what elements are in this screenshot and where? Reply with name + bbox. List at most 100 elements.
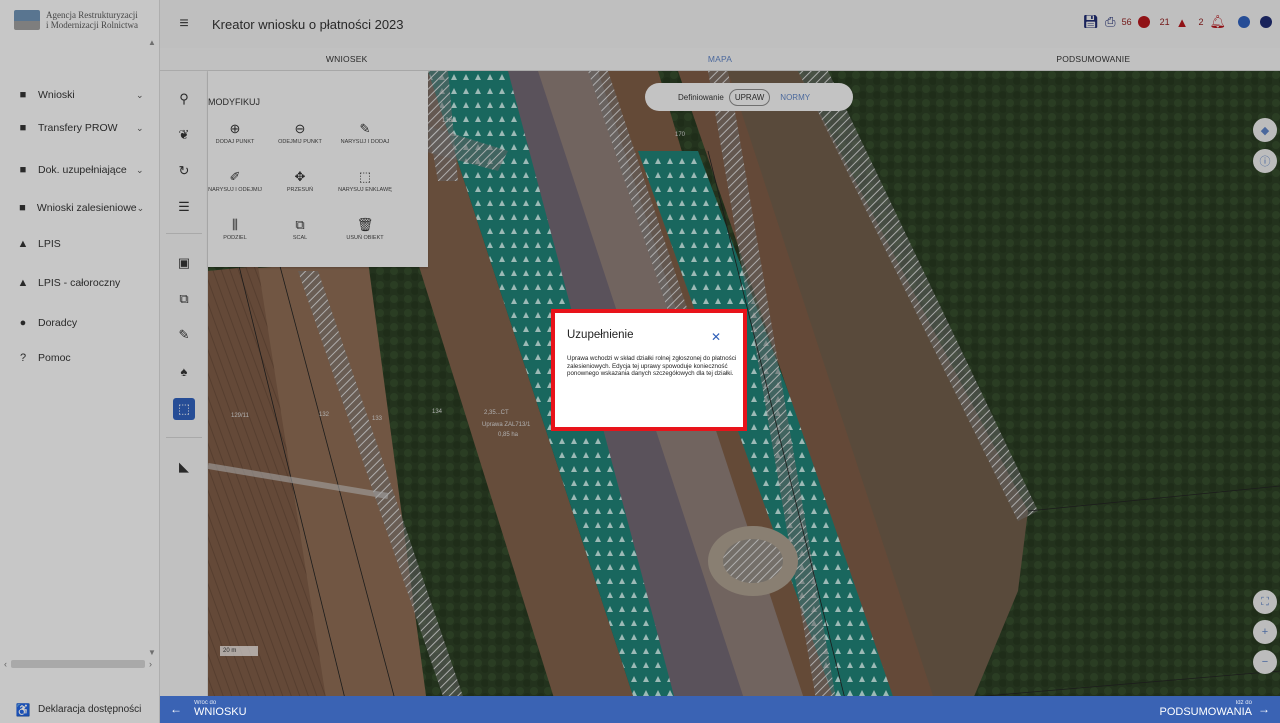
sidebar-item-dok-uzupelniajace[interactable]: ■ Dok. uzupełniające ⌄ bbox=[0, 155, 152, 185]
selection-rectangle-icon[interactable]: ⬚ bbox=[173, 398, 195, 420]
sidebar-item-lpis[interactable]: ▲ LPIS bbox=[0, 229, 152, 259]
split-button[interactable]: ⫼ PODZIEL bbox=[204, 217, 266, 242]
pencil-icon[interactable]: ✎ bbox=[168, 321, 200, 349]
parcel-label: 133 bbox=[372, 416, 383, 422]
sidebar: Agencja Restrukturyzacji i Modernizacji … bbox=[0, 0, 160, 723]
parcel-label: 170 bbox=[675, 132, 686, 138]
move-button[interactable]: ✥ PRZESUŃ bbox=[269, 169, 331, 194]
parcel-label: 132 bbox=[319, 412, 330, 418]
tool-label: NARYSUJ ENKLAWĘ bbox=[338, 187, 392, 193]
tab-podsumowanie[interactable]: PODSUMOWANIE bbox=[907, 48, 1280, 70]
sidebar-item-pomoc[interactable]: ? Pomoc bbox=[0, 343, 152, 373]
tool-label: ODEJMIJ PUNKT bbox=[278, 139, 322, 145]
move-icon: ✥ bbox=[294, 169, 306, 184]
tool-label: SCAL bbox=[292, 235, 308, 241]
frame-icon[interactable]: ▣ bbox=[168, 249, 200, 277]
tool-label: PODZIEL bbox=[223, 235, 247, 241]
layers-icon[interactable]: ◆ bbox=[1253, 118, 1277, 142]
print-icon[interactable]: ⎙ bbox=[1105, 14, 1115, 30]
scroll-right-icon[interactable]: › bbox=[149, 659, 152, 669]
layers-copy-icon[interactable]: ⧉ bbox=[168, 285, 200, 313]
scroll-down-icon[interactable]: ▼ bbox=[148, 648, 156, 657]
bell-icon[interactable]: 🔔︎ bbox=[1209, 14, 1226, 30]
user-icon[interactable] bbox=[1260, 16, 1272, 28]
scroll-left-icon[interactable]: ‹ bbox=[4, 659, 7, 669]
close-icon[interactable]: ✕ bbox=[711, 330, 721, 344]
list-icon[interactable]: ☰ bbox=[168, 193, 200, 221]
remove-point-button[interactable]: ⊖ ODEJMIJ PUNKT bbox=[269, 121, 331, 146]
mountain-icon: ▲ bbox=[17, 277, 29, 289]
help-icon[interactable] bbox=[1238, 16, 1250, 28]
sidebar-item-label: LPIS bbox=[38, 238, 61, 250]
tool-label: NARYSUJ I ODEJMIJ bbox=[208, 187, 262, 193]
sidebar-item-label: Pomoc bbox=[38, 352, 71, 364]
sidebar-item-label: Wnioski zalesieniowe bbox=[36, 202, 137, 214]
tool-label: PRZESUŃ bbox=[286, 187, 314, 193]
error-icon[interactable] bbox=[1137, 16, 1150, 28]
go-to-summary-button[interactable]: Idź do PODSUMOWANIA → bbox=[1160, 700, 1271, 718]
folder-icon: ■ bbox=[19, 164, 27, 176]
trash-icon: 🗑 bbox=[356, 217, 374, 232]
scroll-up-icon[interactable]: ▲ bbox=[148, 38, 156, 47]
save-icon[interactable]: 💾︎ bbox=[1083, 14, 1100, 30]
draw-enclave-button[interactable]: ⬚ NARYSUJ ENKLAWĘ bbox=[334, 169, 396, 194]
page-title: Kreator wniosku o płatności 2023 bbox=[212, 16, 404, 32]
arimr-logo[interactable]: Agencja Restrukturyzacji i Modernizacji … bbox=[0, 0, 160, 48]
delete-object-button[interactable]: 🗑 USUŃ OBIEKT bbox=[334, 217, 396, 242]
help-icon: ? bbox=[19, 352, 27, 364]
toggle-label: Definiowanie bbox=[678, 92, 724, 102]
search-icon[interactable]: ⚲ bbox=[168, 85, 200, 113]
tab-mapa[interactable]: MAPA bbox=[533, 48, 906, 70]
warning-icon[interactable]: ▲ bbox=[1176, 15, 1189, 30]
draw-subtract-icon: ✐ bbox=[229, 169, 241, 184]
chevron-down-icon: ⌄ bbox=[136, 89, 144, 100]
back-to-wniosek-button[interactable]: ← Wróć do WNIOSKU bbox=[170, 700, 247, 718]
scrollbar-track[interactable] bbox=[11, 660, 145, 668]
draw-add-icon: ✎ bbox=[359, 121, 371, 136]
crop-area-label: 0,85 ha bbox=[498, 432, 519, 438]
sidebar-item-label: Transfery PROW bbox=[38, 122, 118, 134]
arrow-left-icon: ← bbox=[170, 702, 182, 716]
info-icon[interactable]: ⓘ bbox=[1253, 149, 1277, 173]
sidebar-item-lpis-caloroczny[interactable]: ▲ LPIS - całoroczny bbox=[0, 268, 152, 298]
parcel-label: 136/1 bbox=[442, 118, 458, 124]
sidebar-item-transfery[interactable]: ■ Transfery PROW ⌄ bbox=[0, 113, 152, 143]
zoom-in-icon[interactable]: + bbox=[1253, 620, 1277, 644]
trees-icon[interactable]: ♠ bbox=[168, 357, 200, 385]
refresh-icon[interactable]: ↻ bbox=[168, 157, 200, 185]
add-point-button[interactable]: ⊕ DODAJ PUNKT bbox=[204, 121, 266, 146]
accessibility-icon: ♿ bbox=[15, 702, 31, 717]
folder-icon: ■ bbox=[19, 89, 27, 101]
errors-count: 56 bbox=[1121, 17, 1132, 27]
crop-plant-icon[interactable]: ❦ bbox=[168, 121, 200, 149]
sidebar-item-doradcy[interactable]: ● Doradcy bbox=[0, 308, 152, 338]
hamburger-menu-icon[interactable]: ≡ bbox=[164, 15, 204, 33]
merge-button[interactable]: ⧉ SCAL bbox=[269, 217, 331, 242]
zoom-out-icon[interactable]: − bbox=[1253, 650, 1277, 674]
draw-subtract-button[interactable]: ✐ NARYSUJ I ODEJMIJ bbox=[204, 169, 266, 194]
mountain-icon: ▲ bbox=[17, 238, 29, 250]
measure-icon[interactable]: ◣ bbox=[168, 453, 200, 481]
modify-panel-title: MODYFIKUJ bbox=[208, 97, 261, 107]
parcel-label: 134 bbox=[432, 409, 443, 415]
accessibility-declaration-link[interactable]: ♿ Deklaracja dostępności bbox=[0, 696, 160, 723]
wizard-footer: ← Wróć do WNIOSKU Idź do PODSUMOWANIA → bbox=[160, 696, 1280, 723]
sidebar-item-wnioski-zalesieniowe[interactable]: ■ Wnioski zalesieniowe ⌄ bbox=[0, 193, 152, 223]
chevron-down-icon: ⌄ bbox=[136, 164, 144, 175]
remove-point-icon: ⊖ bbox=[294, 121, 306, 136]
parcel-label: 129/11 bbox=[231, 413, 249, 419]
tab-wniosek[interactable]: WNIOSEK bbox=[160, 48, 533, 70]
wizard-tabs: WNIOSEK MAPA PODSUMOWANIE bbox=[160, 48, 1280, 71]
back-small-label: Wróć do bbox=[194, 700, 217, 706]
fullscreen-icon[interactable]: ⛶ bbox=[1253, 590, 1277, 614]
logo-line2: i Modernizacji Rolnictwa bbox=[46, 20, 138, 30]
toggle-option-upraw[interactable]: UPRAW bbox=[728, 88, 771, 106]
next-big-label: PODSUMOWANIA bbox=[1159, 706, 1253, 718]
add-point-icon: ⊕ bbox=[229, 121, 241, 136]
draw-add-button[interactable]: ✎ NARYSUJ I DODAJ bbox=[334, 121, 396, 146]
tool-label: DODAJ PUNKT bbox=[215, 139, 255, 145]
horizontal-scrollbar[interactable]: ‹ › bbox=[4, 658, 152, 670]
sidebar-item-wnioski[interactable]: ■ Wnioski ⌄ bbox=[0, 80, 152, 110]
folder-icon: ■ bbox=[19, 122, 27, 134]
toggle-option-normy[interactable]: NORMY bbox=[775, 90, 815, 105]
